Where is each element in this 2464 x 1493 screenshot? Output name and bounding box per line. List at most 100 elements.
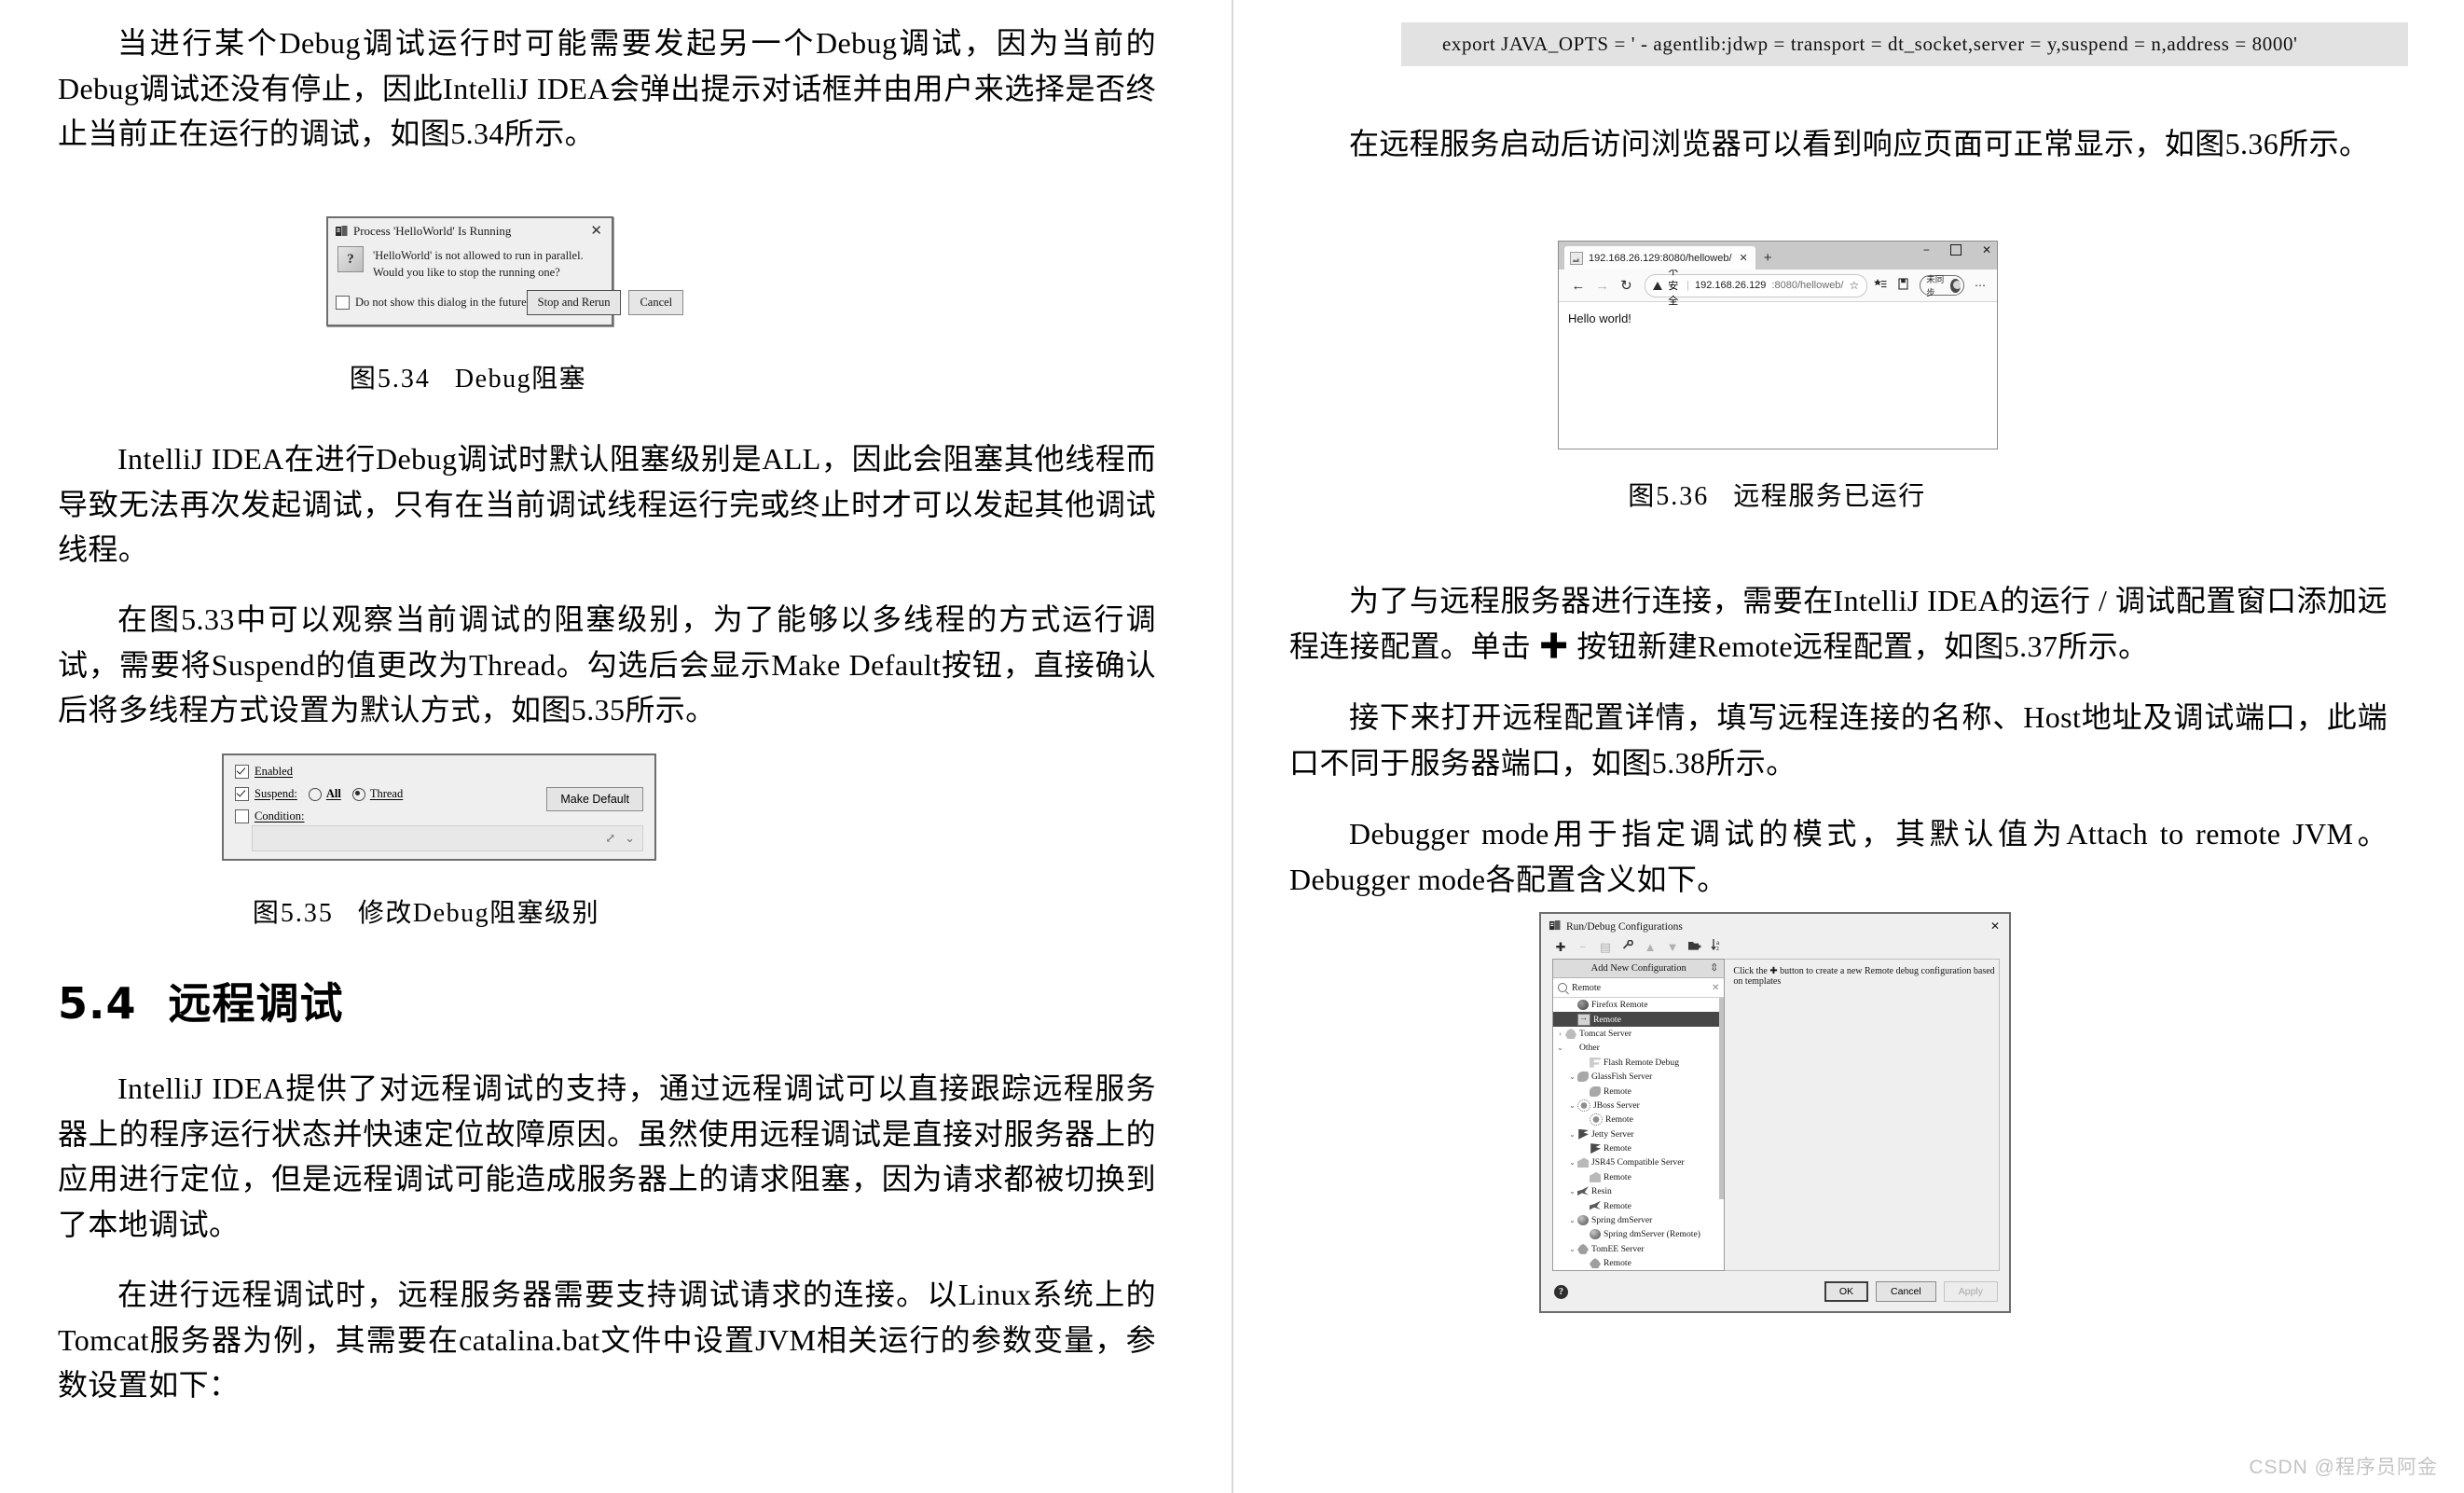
tomee-icon — [1577, 1243, 1589, 1254]
tree-item-label: Spring dmServer — [1591, 1215, 1653, 1226]
chevron-icon[interactable]: › — [1555, 1030, 1565, 1038]
jetty-icon — [1578, 1128, 1589, 1140]
tree-item[interactable]: ⌄ Other — [1553, 1041, 1724, 1055]
move-down-icon[interactable]: ▼ — [1666, 940, 1679, 955]
tree-item[interactable]: ⌄ Jetty Server — [1553, 1127, 1724, 1141]
tree-item[interactable]: Flash Remote Debug — [1553, 1056, 1724, 1070]
chevron-icon[interactable]: ⌄ — [1567, 1245, 1577, 1253]
config-search-box[interactable]: Remote ✕ — [1553, 978, 1725, 998]
tree-item[interactable]: ⌄ JBoss Server — [1553, 1099, 1724, 1113]
favorites-bar-icon[interactable] — [1874, 278, 1887, 294]
chevron-icon[interactable]: ⌄ — [1567, 1130, 1577, 1139]
caption-text: 远程服务已运行 — [1733, 482, 1926, 511]
tree-item[interactable]: ⌄ GlassFish Server — [1553, 1070, 1724, 1084]
close-icon[interactable]: ✕ — [588, 224, 604, 239]
tree-item[interactable]: Remote — [1553, 1084, 1724, 1098]
dialog-footer: Do not show this dialog in the future St… — [328, 283, 684, 325]
ok-button[interactable]: OK — [1824, 1281, 1869, 1303]
tree-item[interactable]: › Tomcat Server — [1553, 1027, 1724, 1041]
tree-item-label: Remote — [1604, 1200, 1631, 1211]
pin-icon[interactable]: ⇳ — [1710, 963, 1718, 974]
column-divider — [1232, 0, 1233, 1493]
sort-icon[interactable]: az — [1711, 939, 1724, 955]
tree-item[interactable]: Remote — [1553, 1113, 1724, 1127]
condition-checkbox[interactable] — [235, 809, 249, 823]
dialog-titlebar: Process 'HelloWorld' Is Running ✕ — [328, 218, 612, 242]
reload-icon[interactable]: ↻ — [1615, 277, 1639, 294]
cancel-button[interactable]: Cancel — [628, 290, 684, 316]
maximize-icon[interactable] — [1949, 244, 1962, 256]
expand-icon[interactable]: ⤢ — [605, 831, 615, 846]
close-icon[interactable]: ✕ — [1982, 243, 1991, 256]
dialog-content: ? 'HelloWorld' is not allowed to run in … — [328, 242, 612, 283]
url-host: 192.168.26.129 — [1694, 280, 1767, 291]
condition-input[interactable]: ⤢ ⌄ — [252, 825, 643, 851]
close-icon[interactable]: ✕ — [1990, 919, 2002, 933]
browser-tab[interactable]: 192.168.26.129:8080/helloweb/ ✕ — [1564, 246, 1755, 270]
suspend-checkbox[interactable] — [235, 787, 249, 801]
chevron-icon[interactable]: ⌄ — [1567, 1158, 1577, 1167]
chevron-icon[interactable]: ⌄ — [1567, 1101, 1577, 1110]
tree-item-label: Remote — [1604, 1258, 1631, 1269]
copy-icon[interactable]: ▤ — [1599, 940, 1612, 955]
tree-item[interactable]: ⌄ JSR45 Compatible Server — [1553, 1155, 1724, 1169]
radio-all[interactable] — [308, 787, 322, 801]
url-path: :8080/helloweb/ — [1771, 280, 1844, 291]
tree-scrollbar[interactable] — [1719, 998, 1725, 1200]
edge-browser-window: 192.168.26.129:8080/helloweb/ ✕ + − ✕ ← … — [1558, 241, 1998, 449]
new-tab-icon[interactable]: + — [1764, 250, 1772, 266]
tree-item[interactable]: Remote — [1553, 1141, 1724, 1155]
clear-search-icon[interactable]: ✕ — [1712, 983, 1719, 993]
tab-title: 192.168.26.129:8080/helloweb/ — [1589, 252, 1732, 264]
tree-item[interactable]: Remote — [1553, 1012, 1725, 1027]
radio-thread[interactable] — [351, 787, 365, 801]
tree-item[interactable]: ⌄ Resin — [1553, 1184, 1724, 1198]
cancel-button[interactable]: Cancel — [1876, 1281, 1936, 1303]
back-icon[interactable]: ← — [1566, 278, 1590, 294]
add-icon[interactable]: ✚ — [1554, 940, 1567, 955]
tree-item-label: Remote — [1604, 1171, 1631, 1182]
caption-number: 图5.34 — [349, 365, 431, 394]
minimize-icon[interactable]: − — [1923, 243, 1930, 256]
tree-item-label: TomEE Server — [1591, 1243, 1645, 1254]
address-bar[interactable]: 不安全 | 192.168.26.129:8080/helloweb/ ☆ — [1645, 266, 1868, 307]
chevron-icon[interactable]: ⌄ — [1567, 1072, 1577, 1081]
folder-icon[interactable] — [1688, 940, 1701, 955]
collections-icon[interactable] — [1897, 278, 1909, 293]
paragraph-1: 当进行某个Debug调试运行时可能需要发起另一个Debug调试，因为当前的Deb… — [58, 26, 1156, 151]
tree-item[interactable]: Remote — [1553, 1170, 1724, 1184]
remote-icon — [1577, 1013, 1590, 1026]
help-icon[interactable]: ? — [1554, 1284, 1568, 1299]
apply-button[interactable]: Apply — [1943, 1281, 1998, 1303]
enabled-checkbox[interactable] — [235, 765, 249, 779]
tree-item-label: GlassFish Server — [1591, 1071, 1653, 1083]
chevron-icon[interactable]: ⌄ — [1567, 1216, 1577, 1224]
favorite-icon[interactable]: ☆ — [1849, 279, 1859, 292]
do-not-show-checkbox[interactable] — [336, 296, 350, 311]
page-content: Hello world! — [1559, 302, 1997, 449]
chevron-icon[interactable]: ⌄ — [1567, 1187, 1577, 1196]
warning-icon — [1653, 281, 1663, 290]
tree-item-label: Remote — [1593, 1014, 1621, 1025]
chevron-down-icon[interactable]: ⌄ — [625, 831, 635, 846]
tab-close-icon[interactable]: ✕ — [1740, 252, 1748, 264]
tree-item[interactable]: ⌄ Spring dmServer — [1553, 1213, 1724, 1227]
remove-icon[interactable]: − — [1576, 940, 1590, 955]
forward-icon[interactable]: → — [1590, 278, 1615, 294]
tree-item[interactable]: Remote — [1553, 1256, 1724, 1270]
tree-item-label: Resin — [1591, 1186, 1612, 1197]
configuration-tree[interactable]: Firefox Remote Remote › Tomcat Server ⌄ Other… — [1553, 998, 1725, 1270]
tree-item[interactable]: Remote — [1553, 1198, 1724, 1212]
tree-item[interactable]: Spring dmServer (Remote) — [1553, 1227, 1724, 1241]
firefox-icon — [1577, 1000, 1589, 1011]
sync-status[interactable]: 未同步 — [1920, 275, 1965, 298]
chevron-icon[interactable]: ⌄ — [1555, 1044, 1565, 1052]
radio-all-label: All — [325, 787, 341, 800]
tree-item[interactable]: Firefox Remote — [1553, 998, 1724, 1012]
make-default-button[interactable]: Make Default — [546, 787, 643, 811]
edit-icon[interactable] — [1621, 939, 1634, 955]
tree-item[interactable]: ⌄ TomEE Server — [1553, 1242, 1724, 1256]
more-icon[interactable]: ⋯ — [1975, 279, 1986, 292]
move-up-icon[interactable]: ▲ — [1644, 940, 1657, 955]
stop-and-rerun-button[interactable]: Stop and Rerun — [526, 290, 622, 316]
